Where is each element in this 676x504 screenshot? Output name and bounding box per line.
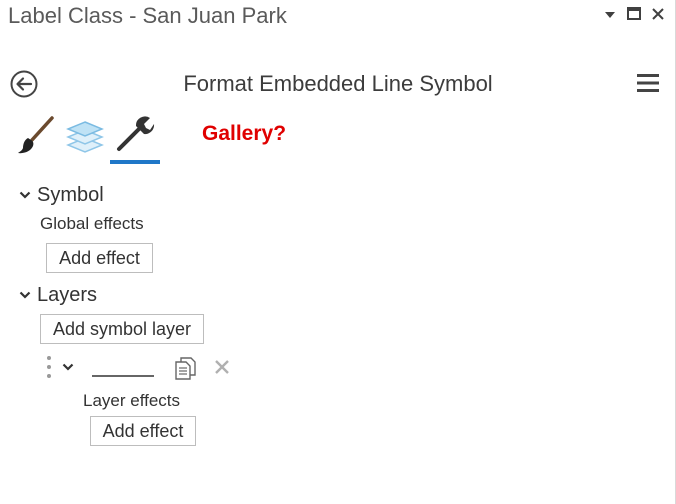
pin-icon[interactable] xyxy=(600,4,620,24)
tab-symbol-properties[interactable] xyxy=(14,112,60,164)
pane-nav-row: Format Embedded Line Symbol xyxy=(0,62,676,106)
pane-title-bar: Label Class - San Juan Park xyxy=(0,0,676,34)
add-symbol-layer-button[interactable]: Add symbol layer xyxy=(40,314,204,344)
add-global-effect-button[interactable]: Add effect xyxy=(46,243,153,273)
maximize-icon[interactable] xyxy=(624,4,644,24)
close-icon[interactable] xyxy=(648,4,668,24)
layers-icon xyxy=(62,121,108,162)
tab-structure[interactable] xyxy=(112,112,158,164)
add-layer-effect-button[interactable]: Add effect xyxy=(90,416,196,446)
pane-title: Label Class - San Juan Park xyxy=(8,3,287,28)
duplicate-layer-icon[interactable] xyxy=(172,355,198,381)
format-symbol-pane: Label Class - San Juan Park Format Embed… xyxy=(0,0,676,504)
drag-handle-icon[interactable] xyxy=(44,354,54,380)
remove-layer-icon[interactable] xyxy=(212,357,232,377)
selected-tab-indicator xyxy=(110,160,160,164)
panel-heading: Format Embedded Line Symbol xyxy=(183,71,493,96)
chevron-down-icon xyxy=(18,188,32,202)
tab-layers[interactable] xyxy=(62,112,108,164)
layers-section-label: Layers xyxy=(37,284,98,306)
gallery-annotation: Gallery? xyxy=(202,122,287,145)
layer-effects-label: Layer effects xyxy=(83,391,181,410)
paintbrush-icon xyxy=(14,116,60,162)
chevron-down-icon[interactable] xyxy=(61,360,75,374)
hamburger-menu-icon[interactable] xyxy=(636,71,660,95)
chevron-down-icon xyxy=(18,288,32,302)
line-symbol-icon[interactable] xyxy=(92,365,154,377)
symbol-layer-row xyxy=(44,352,244,382)
global-effects-label: Global effects xyxy=(40,214,144,233)
symbol-section-label: Symbol xyxy=(37,184,104,206)
